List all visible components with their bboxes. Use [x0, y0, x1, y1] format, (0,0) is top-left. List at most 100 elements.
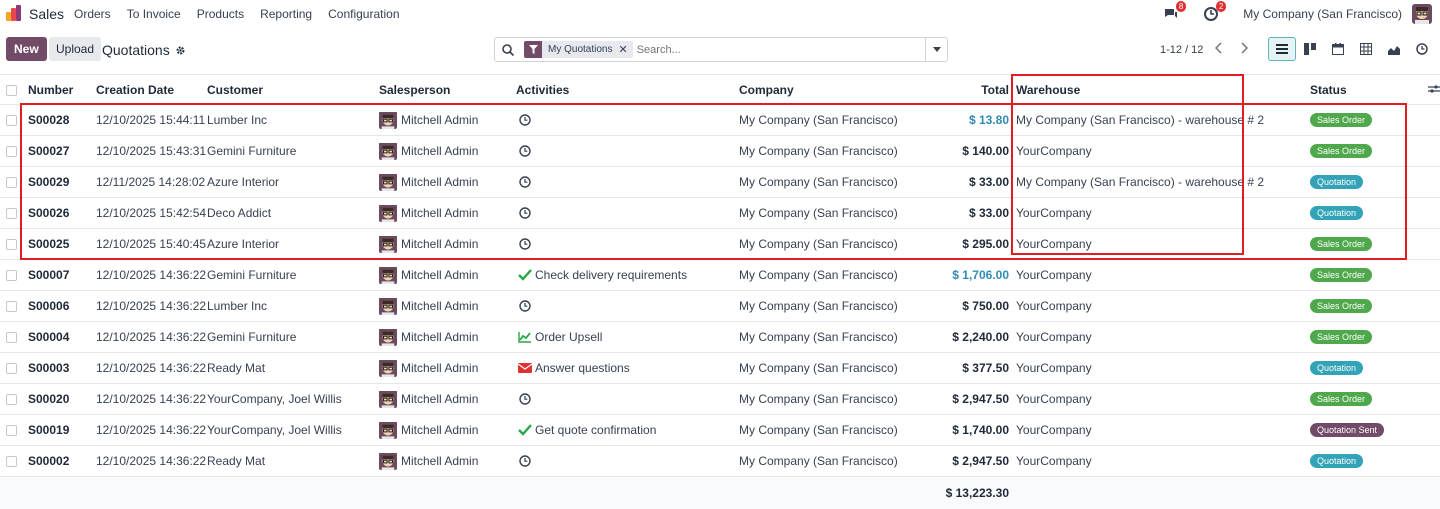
- company-switcher[interactable]: My Company (San Francisco): [1243, 7, 1402, 21]
- column-customer[interactable]: Customer: [207, 75, 263, 105]
- check-icon[interactable]: [518, 269, 532, 281]
- salesperson-avatar[interactable]: [379, 359, 397, 377]
- check-icon[interactable]: [518, 424, 532, 436]
- activity-summary: Answer questions: [535, 361, 630, 375]
- activity-cell[interactable]: [516, 384, 531, 414]
- grand-total: $ 13,223.30: [945, 486, 1009, 500]
- column-status[interactable]: Status: [1310, 75, 1347, 105]
- order-total: $ 1,706.00: [952, 268, 1009, 282]
- row-checkbox[interactable]: [6, 270, 17, 281]
- search-options-toggle[interactable]: [925, 38, 947, 61]
- pager-next[interactable]: [1233, 37, 1255, 59]
- gear-icon[interactable]: [175, 45, 186, 56]
- table-row[interactable]: S00002 12/10/2025 14:36:22 Ready Mat Mitche…: [0, 446, 1440, 477]
- search-input[interactable]: [636, 43, 897, 56]
- app-name[interactable]: Sales: [29, 6, 64, 22]
- kanban-view-button[interactable]: [1296, 37, 1324, 61]
- salesperson-name: Mitchell Admin: [401, 392, 479, 406]
- table-row[interactable]: S00006 12/10/2025 14:36:22 Lumber Inc Mitch…: [0, 291, 1440, 322]
- salesperson-cell: Mitchell Admin: [379, 384, 478, 414]
- table-row[interactable]: S00007 12/10/2025 14:36:22 Gemini Furnitur…: [0, 260, 1440, 291]
- menu-to-invoice[interactable]: To Invoice: [127, 7, 181, 21]
- salesperson-cell: Mitchell Admin: [379, 446, 478, 476]
- menu-products[interactable]: Products: [197, 7, 244, 21]
- row-checkbox[interactable]: [6, 115, 17, 126]
- row-checkbox[interactable]: [6, 239, 17, 250]
- messages-button[interactable]: 8: [1163, 1, 1187, 22]
- activity-cell[interactable]: [516, 446, 531, 476]
- optional-columns-toggle[interactable]: [1428, 75, 1440, 105]
- salesperson-avatar[interactable]: [379, 328, 397, 346]
- company-name: My Company (San Francisco): [739, 454, 898, 468]
- salesperson-avatar[interactable]: [379, 297, 397, 315]
- warehouse-name: YourCompany: [1016, 454, 1092, 468]
- table-row[interactable]: S00019 12/10/2025 14:36:22 YourCompany, Jo…: [0, 415, 1440, 446]
- calendar-view-button[interactable]: [1324, 37, 1352, 61]
- status-cell: Quotation Sent: [1310, 415, 1385, 445]
- row-checkbox[interactable]: [6, 208, 17, 219]
- table-row[interactable]: S00003 12/10/2025 14:36:22 Ready Mat Mitche…: [0, 353, 1440, 384]
- pager-previous[interactable]: [1208, 37, 1230, 59]
- salesperson-avatar[interactable]: [379, 266, 397, 284]
- table-row[interactable]: S00020 12/10/2025 14:36:22 YourCompany, Jo…: [0, 384, 1440, 415]
- new-button[interactable]: New: [6, 37, 47, 61]
- activity-cell[interactable]: Answer questions: [516, 353, 630, 383]
- salesperson-avatar[interactable]: [379, 452, 397, 470]
- pivot-view-button[interactable]: [1352, 37, 1380, 61]
- column-activities[interactable]: Activities: [516, 75, 569, 105]
- salesperson-name: Mitchell Admin: [401, 268, 479, 282]
- activity-cell[interactable]: [516, 291, 531, 321]
- table-row[interactable]: S00004 12/10/2025 14:36:22 Gemini Furnitur…: [0, 322, 1440, 353]
- row-checkbox[interactable]: [6, 425, 17, 436]
- select-all-checkbox[interactable]: [6, 85, 17, 96]
- control-panel: New Upload Quotations My Quotations ✕ 1-…: [0, 28, 1440, 72]
- activities-button[interactable]: 2: [1203, 1, 1227, 22]
- breadcrumb: Quotations: [102, 42, 186, 58]
- activity-cell[interactable]: Get quote confirmation: [516, 415, 656, 445]
- clock-icon[interactable]: [519, 393, 531, 405]
- customer-name: Ready Mat: [207, 454, 266, 468]
- row-checkbox[interactable]: [6, 301, 17, 312]
- salesperson-cell: Mitchell Admin: [379, 291, 478, 321]
- row-checkbox[interactable]: [6, 146, 17, 157]
- graph-view-button[interactable]: [1380, 37, 1408, 61]
- column-total[interactable]: Total: [930, 75, 1009, 105]
- column-salesperson[interactable]: Salesperson: [379, 75, 450, 105]
- chart-icon[interactable]: [518, 331, 532, 343]
- menu-configuration[interactable]: Configuration: [328, 7, 399, 21]
- envelope-icon[interactable]: [518, 362, 532, 374]
- salesperson-name: Mitchell Admin: [401, 454, 479, 468]
- sales-app-icon[interactable]: [6, 5, 22, 21]
- row-checkbox[interactable]: [6, 394, 17, 405]
- activity-cell[interactable]: Order Upsell: [516, 322, 602, 352]
- clock-icon[interactable]: [519, 455, 531, 467]
- status-cell: Quotation: [1310, 353, 1364, 383]
- warehouse-name: YourCompany: [1016, 268, 1092, 282]
- order-total: $ 750.00: [962, 299, 1009, 313]
- column-number[interactable]: Number: [28, 75, 73, 105]
- order-number: S00004: [28, 330, 70, 344]
- clock-icon[interactable]: [519, 300, 531, 312]
- main-menu: Orders To Invoice Products Reporting Con…: [74, 7, 416, 21]
- activity-cell[interactable]: Check delivery requirements: [516, 260, 687, 290]
- activity-view-button[interactable]: [1408, 37, 1436, 61]
- column-creation-date[interactable]: Creation Date: [96, 75, 174, 105]
- row-checkbox[interactable]: [6, 363, 17, 374]
- warehouse-name: YourCompany: [1016, 361, 1092, 375]
- row-checkbox[interactable]: [6, 332, 17, 343]
- row-checkbox[interactable]: [6, 177, 17, 188]
- salesperson-avatar[interactable]: [379, 390, 397, 408]
- kanban-icon: [1304, 43, 1316, 55]
- user-avatar[interactable]: [1412, 4, 1432, 24]
- upload-button[interactable]: Upload: [49, 37, 102, 61]
- pager-value[interactable]: 1-12 / 12: [1160, 44, 1203, 56]
- list-view-button[interactable]: [1268, 37, 1296, 61]
- salesperson-avatar[interactable]: [379, 421, 397, 439]
- status-badge: Sales Order: [1310, 330, 1373, 344]
- menu-orders[interactable]: Orders: [74, 7, 111, 21]
- column-company[interactable]: Company: [739, 75, 794, 105]
- menu-reporting[interactable]: Reporting: [260, 7, 312, 21]
- salesperson-cell: Mitchell Admin: [379, 322, 478, 352]
- remove-facet-icon[interactable]: ✕: [618, 43, 632, 56]
- row-checkbox[interactable]: [6, 456, 17, 467]
